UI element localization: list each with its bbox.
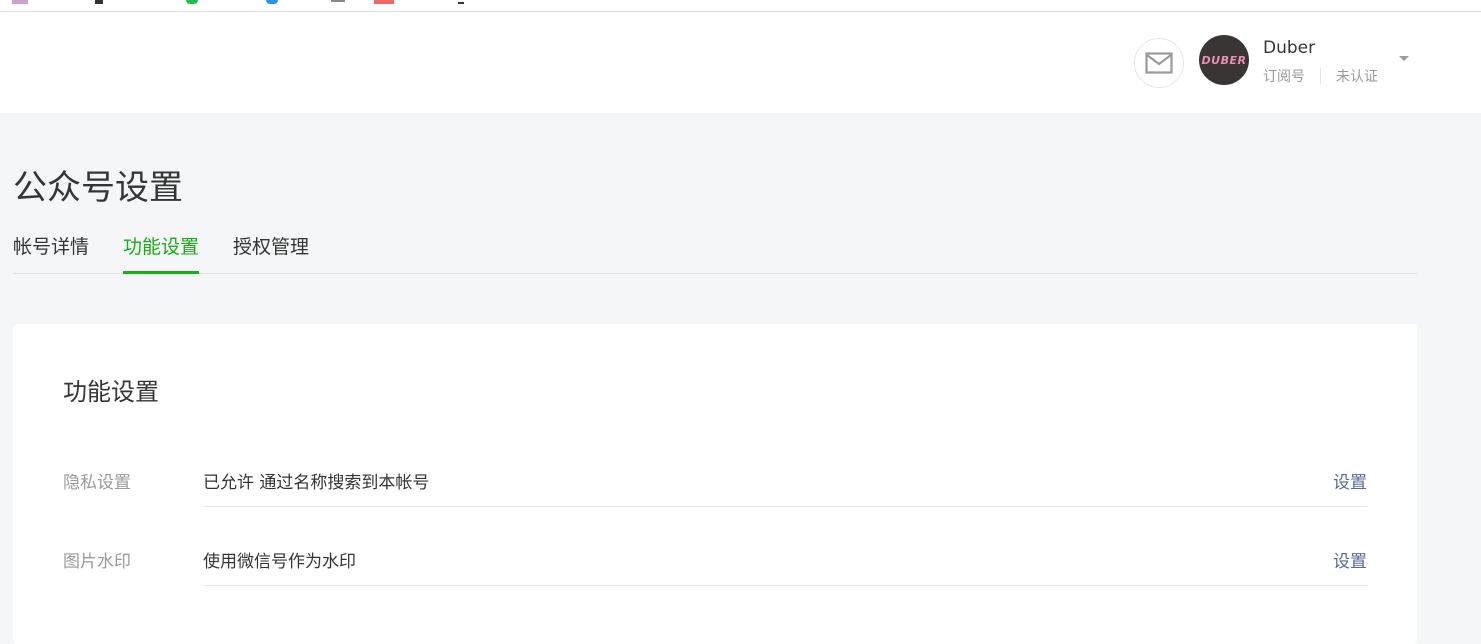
card-title: 功能设置: [63, 378, 159, 406]
setting-value: 已允许 通过名称搜索到本帐号: [203, 473, 430, 493]
account-name: Duber: [1263, 38, 1316, 58]
bookmark-fragment: [266, 0, 278, 4]
avatar-logo-text: DUBER: [1201, 53, 1247, 67]
tab-account-details[interactable]: 帐号详情: [13, 232, 89, 274]
setting-row-watermark: 图片水印 使用微信号作为水印 设置: [63, 547, 1367, 626]
setting-label: 图片水印: [63, 552, 131, 572]
verification-status: 未认证: [1336, 69, 1378, 85]
bookmark-fragment: [458, 2, 464, 4]
bookmark-fragment: [12, 0, 28, 4]
tab-feature-settings[interactable]: 功能设置: [123, 232, 200, 274]
mail-button[interactable]: [1134, 38, 1184, 88]
account-type: 订阅号: [1263, 69, 1305, 85]
setting-row-privacy: 隐私设置 已允许 通过名称搜索到本帐号 设置: [63, 468, 1367, 547]
privacy-settings-link[interactable]: 设置: [1333, 468, 1367, 493]
meta-divider: [1320, 68, 1321, 84]
watermark-settings-link[interactable]: 设置: [1333, 547, 1367, 572]
chevron-down-icon[interactable]: [1399, 56, 1409, 61]
browser-bookmark-bar: [0, 0, 1481, 12]
settings-tabs: 帐号详情 功能设置 授权管理: [13, 218, 1417, 274]
row-divider: [203, 506, 1367, 507]
account-meta: 订阅号 未认证: [1263, 66, 1378, 86]
setting-value: 使用微信号作为水印: [203, 552, 356, 572]
setting-label: 隐私设置: [63, 473, 131, 493]
bookmark-fragment: [331, 0, 345, 2]
bookmark-fragment: [186, 0, 198, 4]
page-title: 公众号设置: [13, 168, 183, 208]
top-header: DUBER Duber 订阅号 未认证: [0, 12, 1481, 113]
bookmark-fragment: [374, 0, 394, 4]
mail-icon: [1145, 52, 1173, 74]
feature-settings-card: 功能设置 隐私设置 已允许 通过名称搜索到本帐号 设置 图片水印 使用微信号作为…: [13, 324, 1417, 644]
avatar[interactable]: DUBER: [1199, 35, 1249, 85]
bookmark-fragment: [95, 0, 103, 4]
row-divider: [203, 585, 1367, 586]
tab-authorization[interactable]: 授权管理: [233, 232, 309, 274]
